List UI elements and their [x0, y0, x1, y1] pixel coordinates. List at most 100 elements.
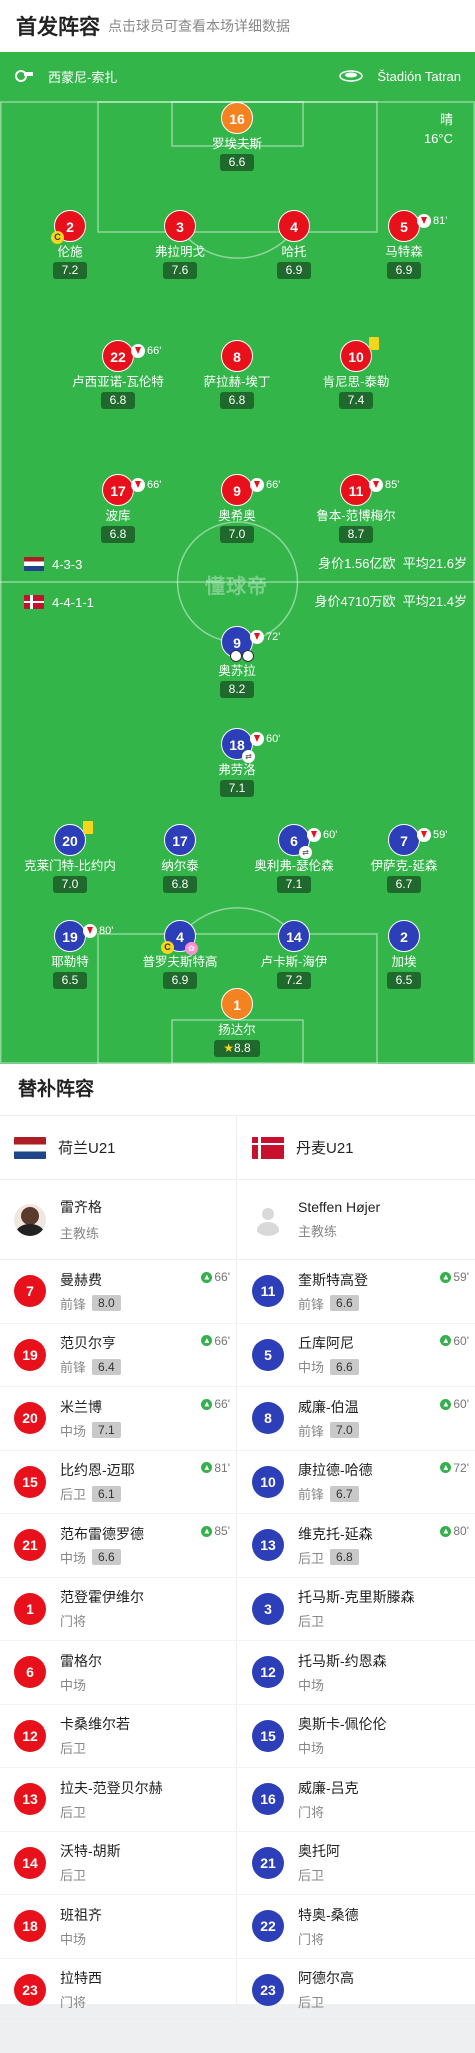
away-coach[interactable]: Steffen Højer 主教练	[238, 1180, 475, 1260]
sub-out-icon: 66'	[250, 469, 280, 501]
sub-player-row[interactable]: 12 托马斯-约恩森 中场	[238, 1641, 475, 1705]
venue-stadium-label: Štadión Tatran	[377, 68, 461, 84]
sub-player-name: 威廉-吕克	[298, 1779, 359, 1796]
home-coach[interactable]: 雷齐格 主教练	[0, 1180, 236, 1260]
sub-player-row[interactable]: 7 曼赫费 前锋 8.0 66'	[0, 1260, 236, 1324]
player-home-4[interactable]: 4 哈托 6.9	[234, 210, 354, 279]
player-away-17[interactable]: 17 纳尔泰 6.8	[120, 824, 240, 893]
sub-player-name: 托马斯-克里斯滕森	[298, 1589, 415, 1606]
sub-player-row[interactable]: 15 比约恩-迈耶 后卫 6.1 81'	[0, 1451, 236, 1514]
player-home-22[interactable]: 22 66' 卢西亚诺-瓦伦特 6.8	[58, 340, 178, 409]
sub-player-position: 后卫	[60, 1487, 87, 1503]
sub-in-icon	[201, 1398, 213, 1410]
coach-avatar	[14, 1203, 46, 1236]
sub-player-row[interactable]: 21 奥托阿 后卫	[238, 1832, 475, 1895]
sub-player-row[interactable]: 21 范布雷德罗德 中场 6.6 85'	[0, 1514, 236, 1578]
sub-player-row[interactable]: 12 卡桑维尔若 后卫	[0, 1705, 236, 1768]
player-away-18[interactable]: 18 60' ⇄ 弗劳洛 7.1	[177, 728, 297, 797]
sub-out-icon: 66'	[131, 335, 161, 367]
sub-player-row[interactable]: 10 康拉德-哈德 前锋 6.7 72'	[238, 1451, 475, 1514]
player-away-6[interactable]: 6 60' ⇄ 奥利弗-瑟伦森 7.1	[234, 824, 354, 893]
player-home-9[interactable]: 9 66' 奥希奥 7.0	[177, 474, 297, 543]
sub-player-number: 19	[14, 1338, 46, 1371]
sub-in-time: 81'	[201, 1461, 230, 1475]
sub-player-name: 范登霍伊维尔	[60, 1589, 144, 1606]
player-away-19[interactable]: 19 80' 耶勒特 6.5	[10, 920, 130, 989]
sub-player-number: 15	[252, 1719, 284, 1752]
goal-ball-icon	[230, 650, 242, 662]
sub-player-number: 20	[14, 1402, 46, 1435]
player-home-10[interactable]: 10 肯尼思-泰勒 7.4	[296, 337, 416, 409]
sub-player-row[interactable]: 22 特奥-桑德 门将	[238, 1895, 475, 1959]
sub-player-row[interactable]: 6 雷格尔 中场	[0, 1641, 236, 1705]
sub-in-icon	[440, 1525, 452, 1537]
sub-player-row[interactable]: 1 范登霍伊维尔 门将	[0, 1578, 236, 1641]
sub-player-row[interactable]: 23 拉特西 门将	[0, 1959, 236, 2022]
sub-player-position: 后卫	[60, 1804, 87, 1820]
sub-player-position: 门将	[60, 1614, 87, 1630]
player-home-5[interactable]: 5 81' 马特森 6.9	[344, 210, 464, 279]
sub-player-row[interactable]: 11 奎斯特高登 前锋 6.6 59'	[238, 1260, 475, 1324]
sub-player-row[interactable]: 13 拉夫-范登贝尔赫 后卫	[0, 1768, 236, 1832]
sub-in-time: 66'	[201, 1270, 230, 1284]
player-home-8[interactable]: 8 萨拉赫-埃丁 6.8	[177, 340, 297, 409]
sub-player-row[interactable]: 5 丘库阿尼 中场 6.6 60'	[238, 1324, 475, 1387]
sub-player-position: 前锋	[60, 1360, 87, 1376]
sub-player-position: 后卫	[298, 1614, 325, 1630]
sub-in-time: 60'	[440, 1397, 469, 1411]
sub-player-row[interactable]: 13 维克托-延森 后卫 6.8 80'	[238, 1514, 475, 1578]
sub-player-position: 中场	[60, 1677, 87, 1693]
sub-player-position: 门将	[298, 1804, 325, 1820]
away-subs-column: 丹麦U21 Steffen Højer 主教练 11 奎斯特高登 前锋 6.6 59' 5 丘…	[238, 1116, 475, 2022]
sub-player-row[interactable]: 18 班祖齐 中场	[0, 1895, 236, 1959]
sub-player-row[interactable]: 14 沃特-胡斯 后卫	[0, 1832, 236, 1895]
sub-player-rating: 7.1	[92, 1422, 121, 1439]
sub-player-position: 中场	[298, 1360, 325, 1376]
player-home-2[interactable]: 2 C 伦施 7.2	[10, 210, 130, 279]
sub-player-number: 12	[252, 1656, 284, 1689]
sub-player-name: 范布雷德罗德	[60, 1525, 144, 1542]
sub-player-row[interactable]: 23 阿德尔高 后卫	[238, 1959, 475, 2022]
sub-player-row[interactable]: 3 托马斯-克里斯滕森 后卫	[238, 1578, 475, 1641]
sub-player-position: 中场	[298, 1741, 325, 1757]
sub-player-name: 雷格尔	[60, 1652, 102, 1669]
sub-player-position: 后卫	[60, 1741, 87, 1757]
lineup-header: 首发阵容 点击球员可查看本场详细数据	[0, 0, 475, 52]
sub-player-row[interactable]: 16 威廉-吕克 门将	[238, 1768, 475, 1832]
sub-player-position: 中场	[60, 1423, 87, 1439]
sub-player-number: 23	[252, 1973, 284, 2006]
sub-player-number: 13	[14, 1783, 46, 1816]
sub-in-icon	[201, 1335, 213, 1346]
sub-player-rating: 6.7	[330, 1485, 359, 1502]
sub-player-position: 后卫	[298, 1550, 325, 1566]
sub-player-row[interactable]: 20 米兰博 中场 7.1 66'	[0, 1387, 236, 1451]
player-away-7[interactable]: 7 59' 伊萨克-延森 6.7	[344, 824, 464, 893]
sub-player-number: 13	[252, 1529, 284, 1562]
whistle-icon	[15, 70, 33, 82]
sub-player-number: 22	[252, 1910, 284, 1943]
star-icon: ★	[223, 1041, 235, 1055]
player-home-gk[interactable]: 16 罗埃夫斯 6.6	[177, 102, 297, 171]
home-team-row: 荷兰U21	[0, 1116, 236, 1180]
sub-in-icon	[440, 1271, 452, 1283]
denmark-flag-icon	[252, 1136, 284, 1159]
player-away-9[interactable]: 9 72' 奥苏拉 8.2	[177, 626, 297, 698]
sub-player-position: 后卫	[60, 1868, 87, 1884]
captain-icon: C	[51, 231, 64, 244]
sub-player-row[interactable]: 19 范贝尔亨 前锋 6.4 66'	[0, 1324, 236, 1387]
player-away-14[interactable]: 14 卢卡斯-海伊 7.2	[234, 920, 354, 989]
sub-player-rating: 6.8	[330, 1549, 359, 1566]
sub-player-rating: 6.6	[330, 1295, 359, 1312]
player-home-17[interactable]: 17 66' 波库 6.8	[58, 474, 178, 543]
player-away-4[interactable]: 4 C ✿ 普罗夫斯特高 6.9	[120, 920, 240, 989]
sub-in-icon	[201, 1462, 213, 1473]
sub-in-icon	[201, 1271, 213, 1283]
player-away-20[interactable]: 20 克莱门特-比约内 7.0	[10, 821, 130, 893]
player-home-3[interactable]: 3 弗拉明戈 7.6	[120, 210, 240, 279]
sub-player-row[interactable]: 15 奥斯卡-佩伦伦 中场	[238, 1705, 475, 1768]
sub-out-icon: 66'	[131, 469, 161, 501]
player-away-2[interactable]: 2 加埃 6.5	[344, 920, 464, 989]
sub-player-row[interactable]: 8 威廉-伯温 前锋 7.0 60'	[238, 1387, 475, 1451]
player-home-11[interactable]: 11 85' 鲁本-范博梅尔 8.7	[296, 474, 416, 543]
player-away-gk[interactable]: 1 扬达尔 ★8.8	[177, 988, 297, 1057]
